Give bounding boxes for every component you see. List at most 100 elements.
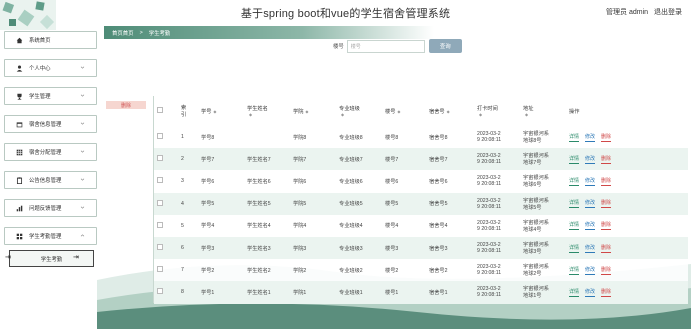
table-row: 5 学号4 学生姓名4 学院4 专业班级4 楼号4 宿舍号4 2023-03-2 9 20:08…	[154, 214, 688, 237]
select-all-cell[interactable]	[154, 96, 178, 126]
breadcrumb-home[interactable]: 首页首页	[112, 29, 134, 37]
row-checkbox[interactable]	[157, 133, 163, 140]
row-select-cell[interactable]	[154, 237, 178, 259]
cell-name: 学生姓名6	[247, 178, 271, 185]
row-select-cell[interactable]	[154, 281, 178, 303]
column-header-address[interactable]: 地址 ◆	[520, 96, 566, 126]
delete-button[interactable]: 删除	[601, 133, 612, 142]
cell-time: 2023-03-2 9 20:08:11	[477, 242, 502, 255]
cell-xuehao: 学号1	[201, 289, 215, 296]
cell-college: 学院4	[293, 223, 307, 230]
sidebar-subitem-attendance[interactable]: 学生考勤	[9, 250, 94, 267]
edit-button[interactable]: 修改	[585, 133, 596, 142]
chevron-down-icon	[80, 206, 85, 209]
detail-button[interactable]: 详情	[569, 133, 580, 142]
row-select-cell[interactable]	[154, 259, 178, 281]
detail-button[interactable]: 详情	[569, 199, 580, 209]
cell-major: 专业班级6	[339, 178, 363, 185]
row-select-cell[interactable]	[154, 148, 178, 170]
cell-address: 宇宙银河系 地球1号	[523, 286, 549, 300]
row-checkbox[interactable]	[157, 288, 163, 295]
row-checkbox[interactable]	[157, 221, 163, 228]
chevron-down-icon	[80, 178, 85, 181]
row-select-cell[interactable]	[154, 126, 178, 148]
cell-time: 2023-03-2 9 20:08:11	[477, 197, 502, 210]
edit-button[interactable]: 修改	[585, 266, 596, 275]
search-button[interactable]: 查询	[428, 39, 462, 53]
cell-college: 学院6	[293, 178, 307, 185]
edit-button[interactable]: 修改	[585, 244, 596, 253]
chevron-up-icon	[80, 234, 85, 237]
sidebar-item-home[interactable]: 系统首页	[4, 31, 97, 49]
delete-button[interactable]: 删除	[601, 199, 612, 209]
cell-actions: 详情 修改 删除	[566, 281, 688, 303]
edit-button[interactable]: 修改	[585, 221, 596, 231]
cell-dorm: 宿舍号1	[429, 289, 448, 296]
detail-button[interactable]: 详情	[569, 244, 580, 253]
row-checkbox[interactable]	[157, 199, 163, 206]
logout-link[interactable]: 退出登录	[654, 9, 682, 16]
cell-xuehao: 学号7	[201, 156, 215, 163]
sidebar-item-label: 个人中心	[29, 66, 51, 72]
sidebar-item-dorm-assign[interactable]: 宿舍分配管理	[4, 143, 97, 161]
sidebar-item-label: 学生管理	[29, 94, 51, 100]
cell-index: 5	[181, 222, 184, 229]
row-checkbox[interactable]	[157, 177, 163, 184]
home-icon	[16, 37, 23, 44]
cell-index: 6	[181, 245, 184, 252]
detail-button[interactable]: 详情	[569, 288, 580, 297]
detail-button[interactable]: 详情	[569, 155, 580, 164]
edit-button[interactable]: 修改	[585, 177, 596, 186]
column-header-college[interactable]: 学院 ◆	[290, 96, 336, 126]
table-row: 2 学号7 学生姓名7 学院7 专业班级7 楼号7 宿舍号7 2023-03-2 9 20:08…	[154, 148, 688, 171]
cell-address: 宇宙银河系 地球3号	[523, 242, 549, 256]
sidebar-item-notice[interactable]: 公告信息管理	[4, 171, 97, 189]
search-label: 楼号	[333, 44, 344, 50]
delete-button[interactable]: 删除	[601, 244, 612, 253]
row-select-cell[interactable]	[154, 170, 178, 192]
column-header-name[interactable]: 学生姓名 ◆	[244, 96, 290, 126]
cell-building: 楼号8	[385, 134, 399, 141]
detail-button[interactable]: 详情	[569, 177, 580, 186]
cell-actions: 详情 修改 删除	[566, 193, 688, 215]
breadcrumb-separator: >	[139, 29, 143, 36]
edit-button[interactable]: 修改	[585, 199, 596, 209]
row-checkbox[interactable]	[157, 266, 163, 273]
batch-delete-button[interactable]: 删除	[106, 101, 146, 109]
table-row: 4 学号5 学生姓名5 学院5 专业班级5 楼号5 宿舍号5 2023-03-2 9 20:08…	[154, 192, 688, 215]
edit-button[interactable]: 修改	[585, 288, 596, 297]
row-select-cell[interactable]	[154, 193, 178, 215]
delete-button[interactable]: 删除	[601, 155, 612, 164]
row-checkbox[interactable]	[157, 155, 163, 162]
delete-button[interactable]: 删除	[601, 288, 612, 297]
row-checkbox[interactable]	[157, 244, 163, 251]
search-input[interactable]: 楼号	[346, 39, 425, 53]
sidebar-item-label: 系统首页	[29, 38, 51, 44]
sidebar-item-label: 宿舍分配管理	[29, 150, 62, 156]
sidebar-item-feedback[interactable]: 问题反馈管理	[4, 199, 97, 217]
sidebar-item-dorm-info[interactable]: 宿舍信息管理	[4, 115, 97, 133]
delete-button[interactable]: 删除	[601, 177, 612, 186]
column-header-time[interactable]: 打卡时间 ◆	[474, 96, 520, 126]
column-header-xuehao[interactable]: 学号 ◆	[198, 96, 244, 126]
detail-button[interactable]: 详情	[569, 221, 580, 231]
cell-major: 专业班级3	[339, 245, 363, 252]
delete-button[interactable]: 删除	[601, 221, 612, 231]
cell-time: 2023-03-2 9 20:08:11	[477, 219, 502, 232]
cell-name: 学生姓名1	[247, 289, 271, 296]
trophy-icon	[16, 93, 23, 100]
column-header-major[interactable]: 专业班级 ◆	[336, 96, 382, 126]
cell-college: 学院8	[293, 134, 307, 141]
detail-button[interactable]: 详情	[569, 266, 580, 275]
sidebar-item-students[interactable]: 学生管理	[4, 87, 97, 105]
column-header-building[interactable]: 楼号 ◆	[382, 96, 426, 126]
row-select-cell[interactable]	[154, 215, 178, 237]
edit-button[interactable]: 修改	[585, 155, 596, 164]
sidebar-item-attendance[interactable]: 学生考勤管理	[4, 227, 97, 245]
sidebar-item-personal[interactable]: 个人中心	[4, 59, 97, 77]
cell-major: 专业班级8	[339, 134, 363, 141]
column-header-dorm[interactable]: 宿舍号 ◆	[426, 96, 474, 126]
resize-cursor-icon: ⇥	[5, 254, 11, 261]
delete-button[interactable]: 删除	[601, 266, 612, 275]
select-all-checkbox[interactable]	[157, 107, 163, 113]
